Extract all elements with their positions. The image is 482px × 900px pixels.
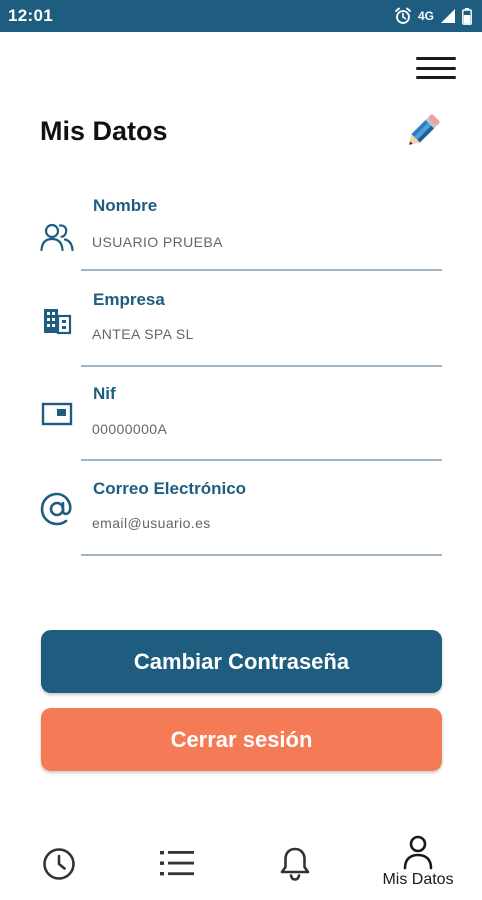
bottom-nav: Mis Datos	[0, 820, 482, 900]
at-sign-icon	[38, 490, 76, 528]
field-label: Nombre	[93, 196, 158, 215]
nav-item-list[interactable]	[127, 820, 227, 900]
menu-line	[416, 66, 456, 70]
battery-icon	[462, 7, 472, 25]
signal-icon	[440, 8, 456, 24]
logout-button[interactable]: Cerrar sesión	[41, 708, 442, 771]
field-divider	[81, 269, 442, 271]
status-icons: 4G	[394, 7, 472, 25]
status-time: 12:01	[8, 6, 53, 25]
clock-icon	[43, 848, 75, 880]
field-correo: Correo Electrónico email@usuario.es	[38, 479, 442, 573]
change-password-button[interactable]: Cambiar Contraseña	[41, 630, 442, 693]
field-value: 00000000A	[92, 421, 168, 437]
nav-item-history[interactable]	[9, 820, 109, 900]
field-value: ANTEA SPA SL	[92, 326, 194, 342]
field-divider	[81, 554, 442, 556]
id-card-icon	[38, 395, 76, 433]
field-label: Empresa	[93, 290, 165, 309]
field-empresa: Empresa ANTEA SPA SL	[38, 290, 442, 384]
menu-line	[416, 76, 456, 79]
status-bar: 12:01 4G	[0, 0, 482, 32]
building-icon	[38, 302, 76, 340]
network-type: 4G	[417, 9, 434, 23]
alarm-icon	[394, 7, 412, 25]
user-icon	[403, 835, 433, 870]
field-nif: Nif 00000000A	[38, 384, 442, 478]
nav-label: Mis Datos	[382, 871, 454, 888]
nav-item-mis-datos[interactable]: Mis Datos	[368, 820, 468, 900]
field-label: Nif	[93, 384, 116, 403]
field-label: Correo Electrónico	[93, 479, 247, 498]
field-value: email@usuario.es	[92, 515, 211, 531]
pencil-icon[interactable]	[400, 110, 444, 154]
bell-icon	[280, 847, 310, 881]
list-icon	[160, 851, 194, 876]
hamburger-menu-icon[interactable]	[416, 54, 456, 82]
field-divider	[81, 459, 442, 461]
field-value: USUARIO PRUEBA	[92, 234, 223, 250]
nav-item-notifications[interactable]	[245, 820, 345, 900]
field-divider	[81, 365, 442, 367]
menu-line	[416, 57, 456, 60]
users-icon	[38, 218, 76, 256]
page-title: Mis Datos	[40, 116, 168, 146]
field-nombre: Nombre USUARIO PRUEBA	[38, 196, 442, 290]
